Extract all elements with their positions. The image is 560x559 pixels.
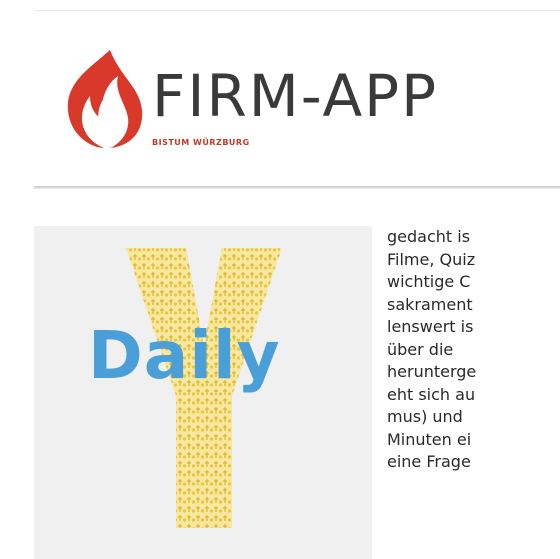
article-line: Minuten ei [387, 429, 472, 449]
daily-thumbnail[interactable]: Daily [34, 226, 372, 559]
brand-title: FIRM-APP [152, 62, 439, 130]
article-line: eht sich au [387, 384, 476, 404]
flame-icon [67, 50, 143, 148]
article-line: lenswert is [387, 317, 474, 336]
header-divider [34, 186, 560, 189]
article-line: über die [387, 339, 454, 359]
article-line: herunterge [387, 362, 477, 381]
article-line: Filme, Quiz [387, 249, 476, 269]
daily-word: Daily [88, 317, 281, 394]
brand-subtitle: BISTUM WÜRZBURG [152, 138, 250, 147]
top-rule [34, 10, 560, 11]
article-text: gedacht is Filme, Quiz wichtige C sakram… [387, 226, 560, 474]
article-line: wichtige C [387, 272, 471, 291]
article-line: eine Frage [387, 452, 471, 471]
article-line: gedacht is [387, 227, 471, 246]
site-logo[interactable]: FIRM-APP BISTUM WÜRZBURG [60, 48, 520, 158]
article-line: sakrament [387, 294, 473, 314]
article-line: mus) und [387, 407, 463, 426]
